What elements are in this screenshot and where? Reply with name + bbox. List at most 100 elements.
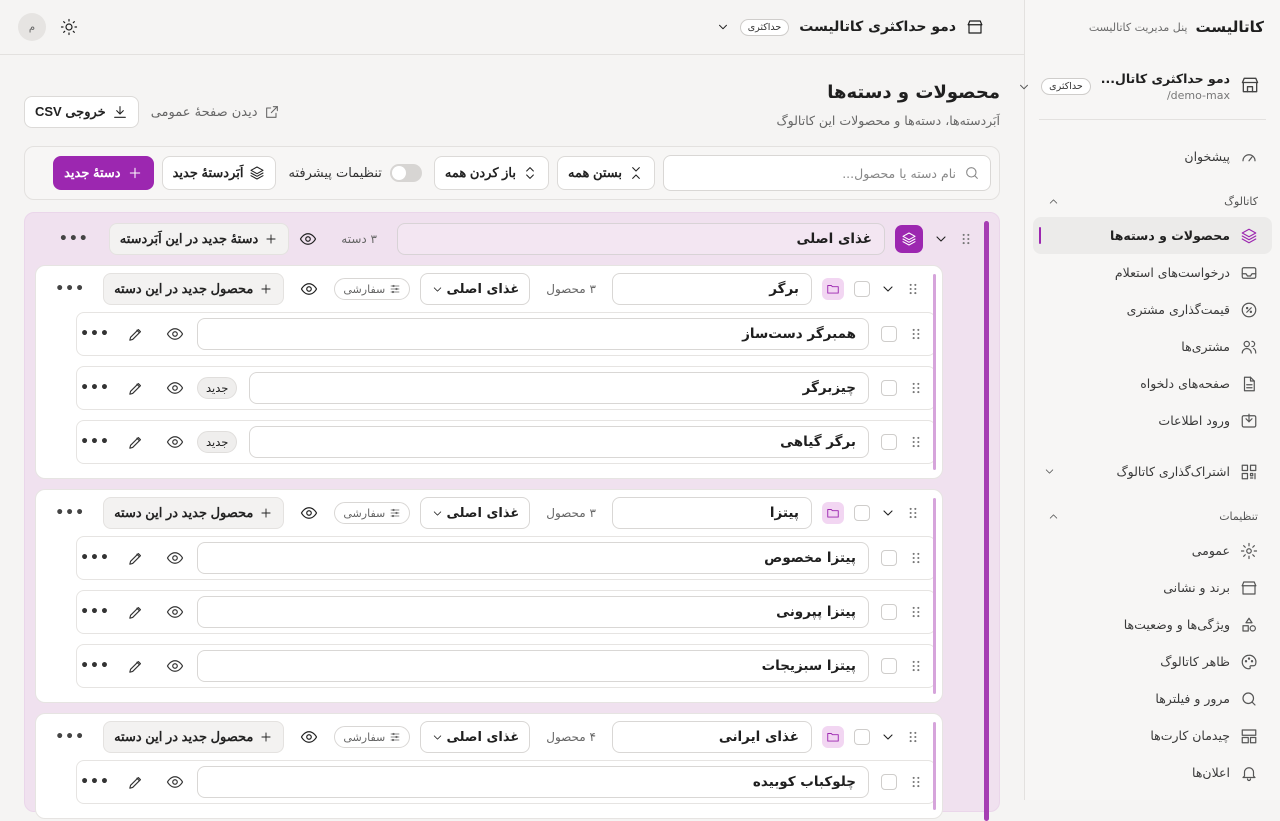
pencil-icon[interactable] bbox=[125, 656, 145, 676]
export-csv-button[interactable]: خروجی CSV bbox=[24, 96, 139, 128]
more-icon[interactable]: ••• bbox=[55, 505, 85, 521]
sidebar-item-inquiries[interactable]: درخواست‌های استعلام bbox=[1033, 254, 1272, 291]
drag-handle-icon[interactable] bbox=[909, 327, 923, 341]
more-icon[interactable]: ••• bbox=[80, 772, 109, 792]
eye-icon[interactable] bbox=[165, 602, 185, 622]
more-icon[interactable]: ••• bbox=[80, 548, 109, 568]
eye-icon[interactable] bbox=[165, 378, 185, 398]
add-category-here-button[interactable]: دستهٔ جدید در این اَبَردسته bbox=[108, 223, 290, 255]
more-icon[interactable]: ••• bbox=[80, 656, 109, 676]
more-icon[interactable]: ••• bbox=[55, 729, 85, 745]
add-product-here-button[interactable]: محصول جدید در این دسته bbox=[103, 273, 285, 305]
sort-badge[interactable]: سفارشی bbox=[334, 278, 411, 300]
sidebar-item-layout[interactable]: چیدمان کارت‌ها bbox=[1033, 717, 1272, 754]
pencil-icon[interactable] bbox=[125, 432, 145, 452]
sidebar-item-products[interactable]: محصولات و دسته‌ها bbox=[1033, 217, 1272, 254]
sidebar-item-customers[interactable]: مشتری‌ها bbox=[1033, 328, 1272, 365]
sidebar-item-brand[interactable]: برند و نشانی bbox=[1033, 569, 1272, 606]
collapse-all-button[interactable]: بستن همه bbox=[557, 156, 655, 190]
category-checkbox[interactable] bbox=[854, 281, 870, 297]
avatar[interactable]: م bbox=[18, 13, 46, 41]
sun-icon[interactable] bbox=[60, 18, 78, 36]
drag-handle-icon[interactable] bbox=[906, 506, 920, 520]
new-category-button[interactable]: دستهٔ جدید bbox=[53, 156, 154, 190]
sidebar-item-pricing[interactable]: قیمت‌گذاری مشتری bbox=[1033, 291, 1272, 328]
sidebar-item-general[interactable]: عمومی bbox=[1033, 532, 1272, 569]
product-checkbox[interactable] bbox=[881, 658, 897, 674]
pencil-icon[interactable] bbox=[125, 378, 145, 398]
drag-handle-icon[interactable] bbox=[909, 659, 923, 673]
pencil-icon[interactable] bbox=[125, 772, 145, 792]
eye-icon[interactable] bbox=[165, 432, 185, 452]
catalog-section-header[interactable]: کاتالوگ bbox=[1025, 185, 1280, 217]
product-checkbox[interactable] bbox=[881, 604, 897, 620]
product-checkbox[interactable] bbox=[881, 774, 897, 790]
category-name-input[interactable]: غذای ایرانی bbox=[612, 721, 812, 753]
settings-section-header[interactable]: تنظیمات bbox=[1025, 500, 1280, 532]
new-supercategory-button[interactable]: اَبَردستهٔ جدید bbox=[161, 156, 277, 190]
sidebar-item-dashboard[interactable]: پیشخوان bbox=[1033, 138, 1272, 175]
chevron-down-icon[interactable] bbox=[880, 505, 896, 521]
sidebar-item-notifications[interactable]: اعلان‌ها bbox=[1033, 754, 1272, 791]
eye-icon[interactable] bbox=[165, 772, 185, 792]
search-input[interactable]: نام دسته یا محصول... bbox=[663, 155, 991, 191]
workspace-title-area[interactable]: دمو حداکثری کاتالیست حداکثری bbox=[716, 18, 984, 36]
chevron-down-icon[interactable] bbox=[880, 281, 896, 297]
more-icon[interactable]: ••• bbox=[80, 324, 109, 344]
sort-badge[interactable]: سفارشی bbox=[334, 502, 411, 524]
product-name-input[interactable]: پیتزا سبزیجات bbox=[197, 650, 869, 682]
eye-icon[interactable] bbox=[300, 728, 318, 746]
drag-handle-icon[interactable] bbox=[909, 551, 923, 565]
drag-handle-icon[interactable] bbox=[909, 775, 923, 789]
drag-handle-icon[interactable] bbox=[909, 605, 923, 619]
more-icon[interactable]: ••• bbox=[80, 378, 109, 398]
sidebar-item-appearance[interactable]: ظاهر کاتالوگ bbox=[1033, 643, 1272, 680]
product-name-input[interactable]: پیتزا مخصوص bbox=[197, 542, 869, 574]
drag-handle-icon[interactable] bbox=[906, 282, 920, 296]
product-checkbox[interactable] bbox=[881, 380, 897, 396]
eye-icon[interactable] bbox=[165, 548, 185, 568]
drag-handle-icon[interactable] bbox=[909, 381, 923, 395]
category-name-input[interactable]: برگر bbox=[612, 273, 812, 305]
category-checkbox[interactable] bbox=[854, 505, 870, 521]
product-checkbox[interactable] bbox=[881, 550, 897, 566]
more-icon[interactable]: ••• bbox=[80, 602, 109, 622]
parent-select[interactable]: غذای اصلی bbox=[420, 273, 531, 305]
sidebar-item-pages[interactable]: صفحه‌های دلخواه bbox=[1033, 365, 1272, 402]
eye-icon[interactable] bbox=[165, 324, 185, 344]
product-name-input[interactable]: چلوکباب کوبیده bbox=[197, 766, 869, 798]
add-product-here-button[interactable]: محصول جدید در این دسته bbox=[103, 721, 285, 753]
product-name-input[interactable]: چیزبرگر bbox=[249, 372, 869, 404]
chevron-down-icon[interactable] bbox=[933, 231, 949, 247]
product-checkbox[interactable] bbox=[881, 434, 897, 450]
workspace-switcher[interactable]: دمو حداکثری کاتال... /demo-max حداکثری bbox=[1020, 54, 1266, 120]
pencil-icon[interactable] bbox=[125, 548, 145, 568]
eye-icon[interactable] bbox=[299, 230, 317, 248]
product-name-input[interactable]: همبرگر دست‌ساز bbox=[197, 318, 869, 350]
sort-badge[interactable]: سفارشی bbox=[334, 726, 411, 748]
eye-icon[interactable] bbox=[300, 280, 318, 298]
advanced-settings-toggle[interactable]: تنظیمات پیشرفته bbox=[284, 164, 425, 182]
pencil-icon[interactable] bbox=[125, 602, 145, 622]
sidebar-item-share[interactable]: اشتراک‌گذاری کاتالوگ bbox=[1033, 453, 1272, 490]
parent-select[interactable]: غذای اصلی bbox=[420, 497, 531, 529]
product-checkbox[interactable] bbox=[881, 326, 897, 342]
sidebar-item-import[interactable]: ورود اطلاعات bbox=[1033, 402, 1272, 439]
expand-all-button[interactable]: باز کردن همه bbox=[433, 156, 549, 190]
add-product-here-button[interactable]: محصول جدید در این دسته bbox=[103, 497, 285, 529]
public-page-link[interactable]: دیدن صفحهٔ عمومی bbox=[151, 104, 280, 120]
eye-icon[interactable] bbox=[165, 656, 185, 676]
category-checkbox[interactable] bbox=[854, 729, 870, 745]
more-icon[interactable]: ••• bbox=[80, 432, 109, 452]
toggle-switch[interactable] bbox=[389, 164, 422, 182]
product-name-input[interactable]: برگر گیاهی bbox=[249, 426, 869, 458]
pencil-icon[interactable] bbox=[125, 324, 145, 344]
drag-handle-icon[interactable] bbox=[906, 730, 920, 744]
more-icon[interactable]: ••• bbox=[59, 231, 89, 247]
product-name-input[interactable]: پیتزا پپرونی bbox=[197, 596, 869, 628]
chevron-down-icon[interactable] bbox=[880, 729, 896, 745]
eye-icon[interactable] bbox=[300, 504, 318, 522]
sidebar-item-attributes[interactable]: ویژگی‌ها و وضعیت‌ها bbox=[1033, 606, 1272, 643]
drag-handle-icon[interactable] bbox=[959, 232, 973, 246]
sidebar-item-filters[interactable]: مرور و فیلترها bbox=[1033, 680, 1272, 717]
